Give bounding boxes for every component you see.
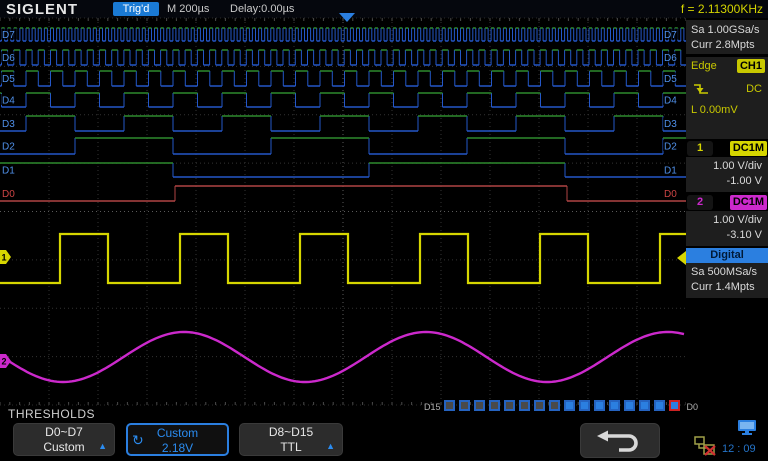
channel1-panel[interactable]: 1 DC1M 1.00 V/div -1.00 V [686, 141, 768, 192]
bus-bit [503, 400, 515, 411]
bus-bits [443, 398, 684, 416]
clock: 12 : 09 [722, 443, 756, 455]
bus-bit [653, 400, 665, 411]
trigger-panel[interactable]: Edge CH1 DC L 0.00mV [686, 57, 768, 139]
trigger-coupling: DC [746, 83, 762, 95]
ch-label-left[interactable]: D4 [2, 96, 15, 107]
channel1-number[interactable]: 1 [687, 141, 713, 156]
bus-bit [458, 400, 470, 411]
ch-label-right[interactable]: D6 [664, 53, 677, 64]
return-arrow-icon [597, 430, 638, 452]
trigger-level: L 0.00mV [691, 104, 738, 116]
bus-bit [548, 400, 560, 411]
softkey-d0-d7[interactable]: D0~D7 Custom ▲ [13, 423, 115, 456]
bus-bit [593, 400, 605, 411]
waveform-display: D7 D7 D6 D6 D5 D5 D4 D4 D3 D3 D2 D2 D1 D1 D0 D0 1 2 [0, 13, 686, 406]
frequency-counter: f = 2.11300KHz [680, 2, 763, 16]
ch-label-right[interactable]: D3 [664, 119, 677, 130]
channel1-coupling-badge[interactable]: DC1M [729, 141, 767, 156]
channel2-panel[interactable]: 2 DC1M 1.00 V/div -3.10 V [686, 195, 768, 246]
digital-bus-indicator: D15 D0 [421, 398, 701, 416]
bus-bit [623, 400, 635, 411]
bus-bit [533, 400, 545, 411]
channel1-vdiv: 1.00 V/div [713, 160, 762, 172]
ch-label-left[interactable]: D7 [2, 30, 15, 41]
channel2-offset: -3.10 V [726, 229, 762, 241]
channel1-offset: -1.00 V [726, 175, 762, 187]
bus-bit [563, 400, 575, 411]
bus-bit [578, 400, 590, 411]
ch-label-right[interactable]: D7 [664, 30, 677, 41]
trigger-level-marker[interactable] [677, 251, 686, 265]
digital-memory-depth: Curr 1.4Mpts [691, 281, 755, 293]
up-arrow-icon: ▲ [98, 441, 107, 451]
sample-rate: Sa 1.00GSa/s [691, 24, 760, 36]
ch-label-left[interactable]: D3 [2, 119, 15, 130]
ch-label-left[interactable]: D5 [2, 74, 15, 85]
svg-text:2: 2 [2, 357, 7, 367]
ch-label-left[interactable]: D2 [2, 142, 15, 153]
ch-label-right[interactable]: D2 [664, 142, 677, 153]
softkey-d8-d15-label: D8~D15 [268, 425, 314, 439]
channel2-vdiv: 1.00 V/div [713, 214, 762, 226]
digital-sample-rate: Sa 500MSa/s [691, 266, 758, 278]
bus-bit [443, 400, 455, 411]
acquisition-panel: Sa 1.00GSa/s Curr 2.8Mpts [686, 20, 768, 54]
ch-label-left[interactable]: D0 [2, 189, 15, 200]
falling-edge-icon [694, 84, 708, 94]
channel2-coupling-badge[interactable]: DC1M [729, 195, 767, 210]
remote-display-icon [738, 420, 756, 435]
bus-bit [608, 400, 620, 411]
bus-d15-label: D15 [424, 402, 441, 412]
ch-label-left[interactable]: D6 [2, 53, 15, 64]
bus-bit [473, 400, 485, 411]
ch-label-right[interactable]: D0 [664, 189, 677, 200]
softkey-d8-d15[interactable]: D8~D15 TTL ▲ [239, 423, 343, 456]
back-button[interactable] [580, 423, 660, 458]
memory-depth: Curr 2.8Mpts [691, 39, 755, 51]
bus-d0-label: D0 [686, 402, 699, 412]
ch-label-left[interactable]: D1 [2, 166, 15, 177]
digital-panel-title[interactable]: Digital [686, 248, 768, 263]
ch-label-right[interactable]: D5 [664, 74, 677, 85]
svg-text:1: 1 [2, 253, 7, 263]
oscilloscope-screen: SIGLENT Trig'd M 200µs Delay:0.00µs f = … [0, 0, 768, 461]
bus-bit [488, 400, 500, 411]
bus-bit [638, 400, 650, 411]
channel2-number[interactable]: 2 [687, 195, 713, 210]
lan-disconnected-icon [694, 436, 716, 456]
trigger-type: Edge [691, 60, 717, 72]
sidebar: Sa 1.00GSa/s Curr 2.8Mpts Edge CH1 DC L … [686, 18, 768, 461]
bottom-menu: THRESHOLDS D15 D0 D0~D7 Custom ▲ Custom … [0, 400, 768, 461]
bus-bit [668, 400, 680, 411]
trigger-source-badge[interactable]: CH1 [736, 59, 765, 73]
softkey-custom-threshold[interactable]: Custom 2.18V ↻ [126, 423, 229, 456]
up-arrow-icon: ▲ [326, 441, 335, 451]
menu-title: THRESHOLDS [8, 407, 96, 421]
ch-label-right[interactable]: D1 [664, 166, 677, 177]
knob-icon: ↻ [132, 432, 144, 448]
ch-label-right[interactable]: D4 [664, 96, 677, 107]
softkey-d0-d7-label: D0~D7 [45, 425, 83, 439]
ch2-trace [0, 330, 685, 384]
bus-bit [518, 400, 530, 411]
digital-panel[interactable]: Digital Sa 500MSa/s Curr 1.4Mpts [686, 248, 768, 298]
